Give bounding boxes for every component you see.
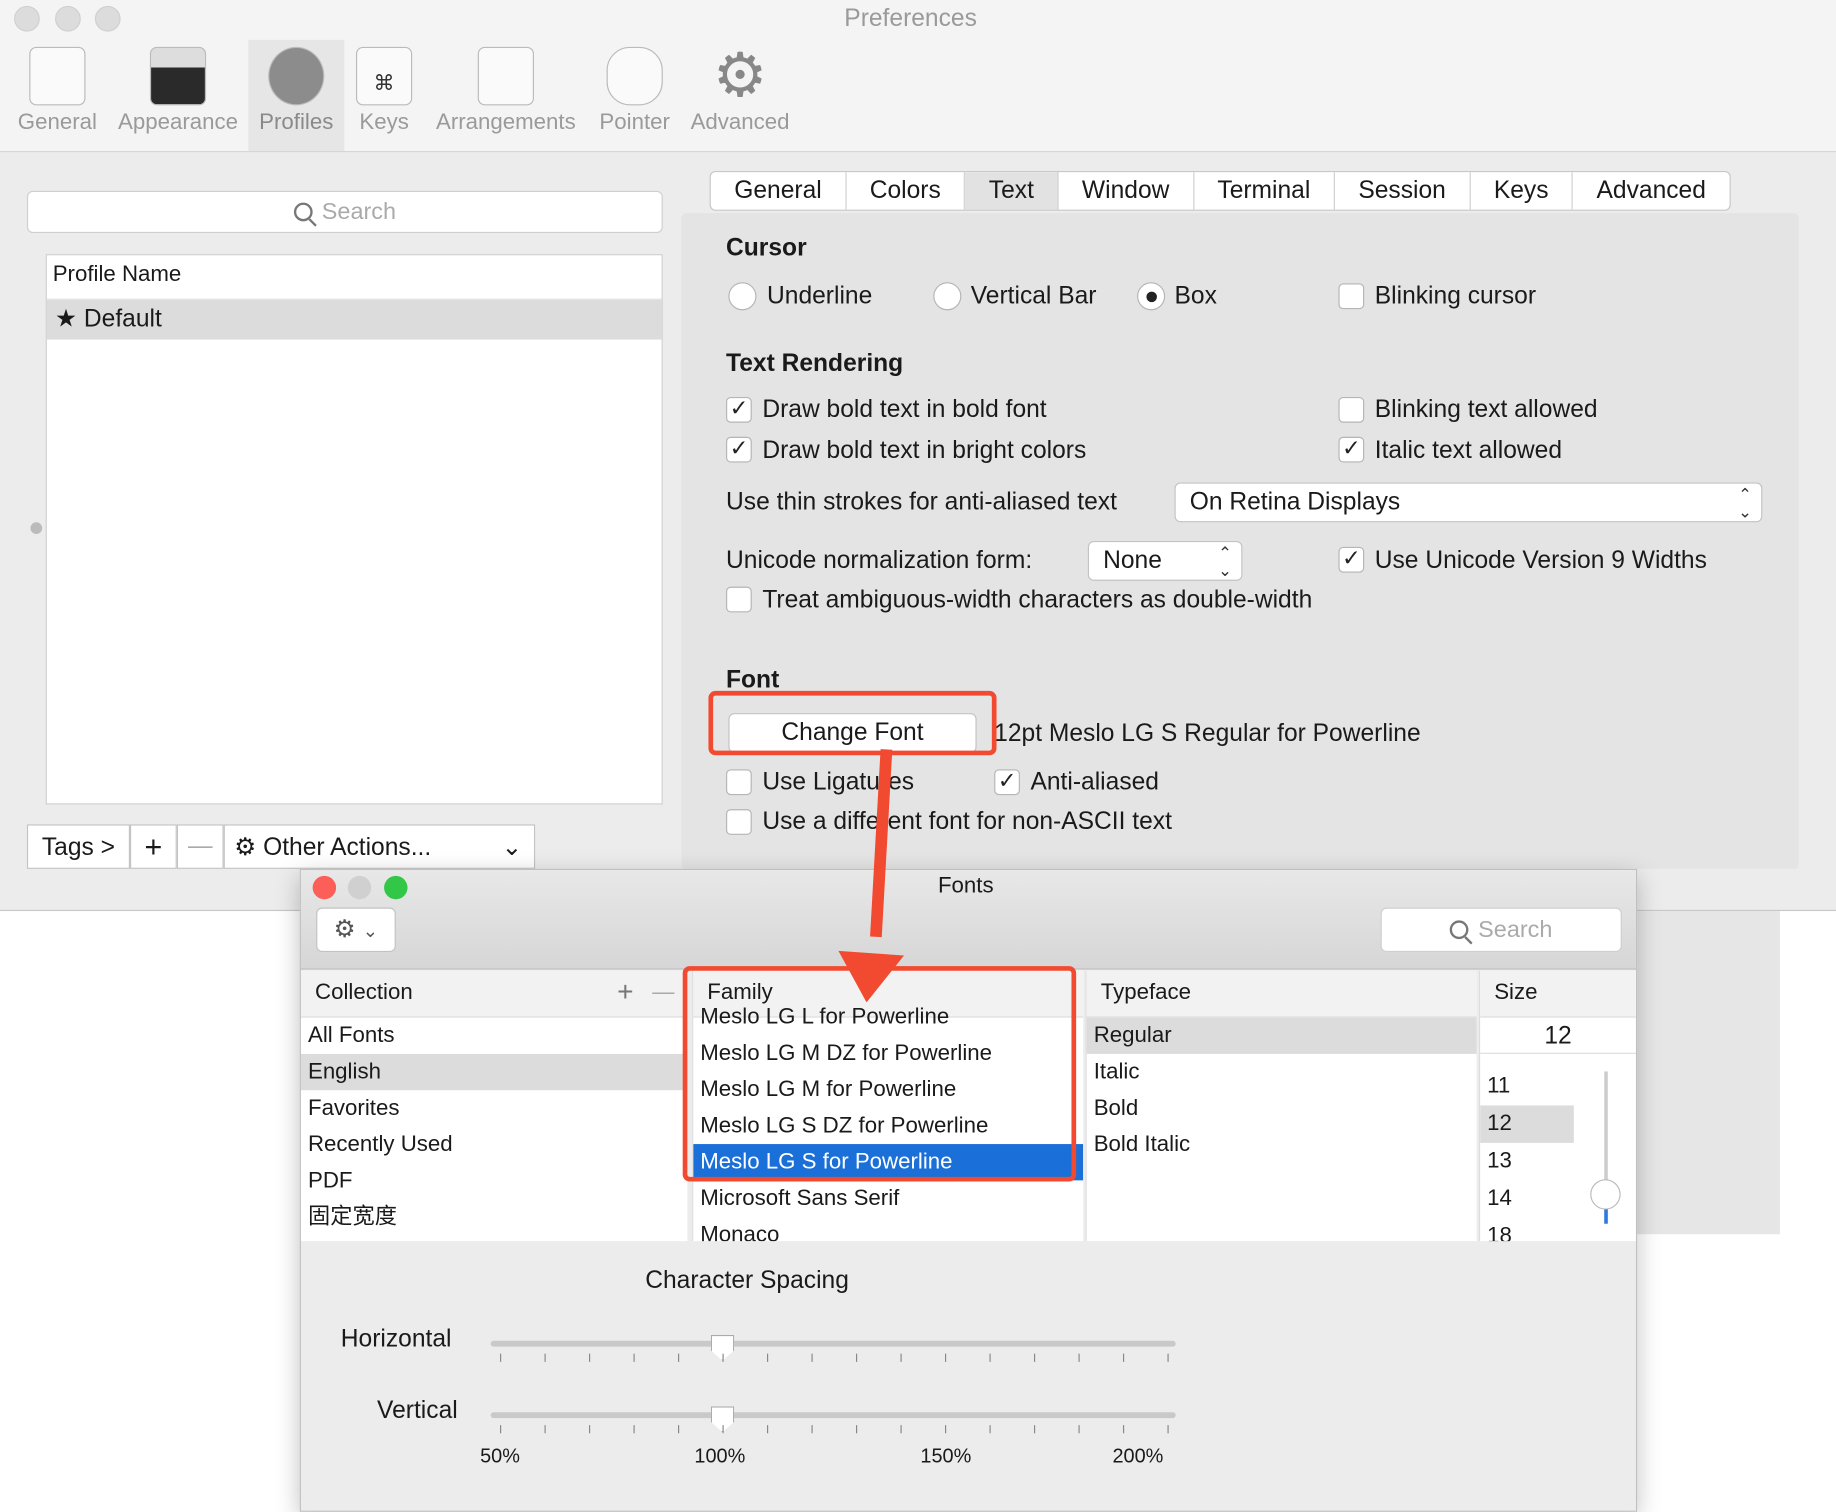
annotation-arrow (838, 749, 905, 1003)
arrow-head (838, 950, 905, 1003)
arrow-shaft (870, 749, 893, 938)
